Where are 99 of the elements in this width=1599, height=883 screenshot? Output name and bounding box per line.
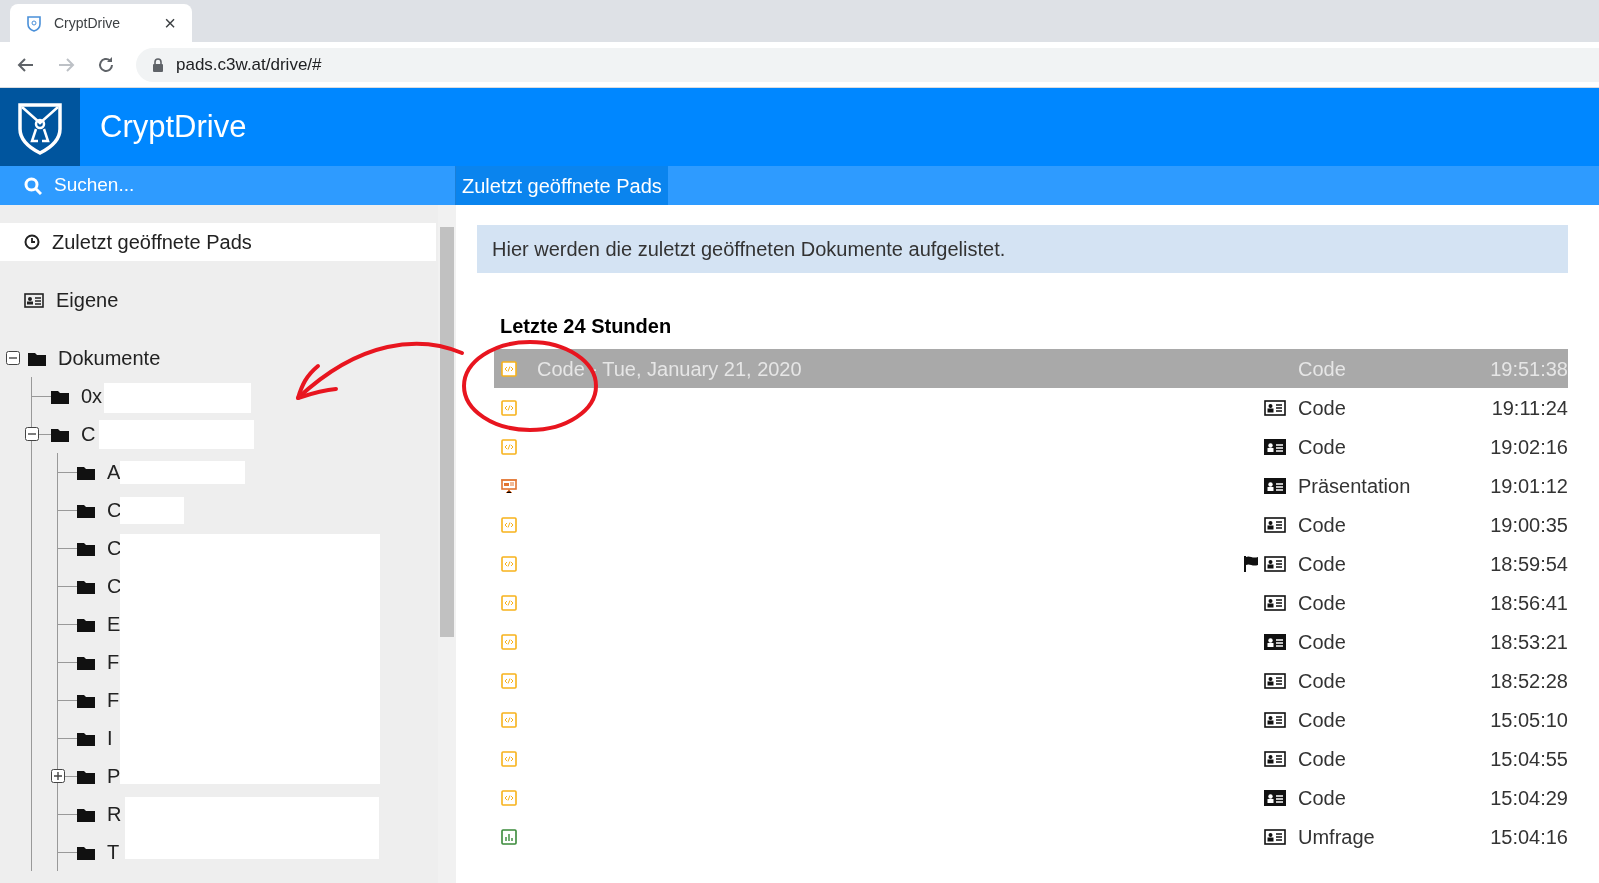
tab-title: CryptDrive (54, 13, 122, 33)
time-label: 18:59:54 (1489, 551, 1568, 577)
folder-name[interactable]: T (107, 837, 120, 867)
folder-icon (77, 540, 95, 556)
code-file-icon (501, 633, 517, 650)
file-row[interactable]: Präsentation 19:01:12 (494, 466, 1568, 505)
file-row[interactable]: Code 19:02:16 (494, 427, 1568, 466)
folder-icon (77, 464, 95, 480)
code-file-icon (501, 555, 517, 572)
type-label: Code (1298, 356, 1347, 382)
file-row[interactable]: Code 15:04:55 (494, 739, 1568, 778)
time-label: 19:00:35 (1489, 512, 1568, 538)
folder-icon (51, 388, 69, 404)
code-file-icon (501, 711, 517, 728)
folder-icon (77, 806, 95, 822)
folder-name[interactable]: Dokumente (58, 343, 161, 373)
code-file-icon (501, 750, 517, 767)
type-label: Code (1298, 434, 1347, 460)
type-label: Code (1298, 395, 1347, 421)
url-text: pads.c3w.at/drive/# (176, 53, 322, 76)
view-tab[interactable]: Zuletzt geöffnete Pads (456, 166, 668, 205)
sidebar-item[interactable]: Eigene (0, 281, 436, 319)
folder-icon (77, 730, 95, 746)
time-label: 19:51:38 (1489, 356, 1568, 382)
time-label: 19:11:24 (1490, 395, 1568, 421)
folder-name[interactable]: E (107, 609, 121, 639)
time-label: 18:53:21 (1489, 629, 1568, 655)
code-file-icon (501, 594, 517, 611)
file-row[interactable]: Code 18:59:54 (494, 544, 1568, 583)
folder-name[interactable]: 0x (81, 381, 103, 411)
code-file-icon (501, 789, 517, 806)
collapse-icon[interactable] (25, 427, 39, 441)
type-label: Code (1298, 668, 1347, 694)
type-label: Code (1298, 707, 1347, 733)
folder-name[interactable]: I (107, 723, 113, 753)
time-label: 15:04:55 (1489, 746, 1568, 772)
folder-name[interactable]: C (81, 419, 96, 449)
time-label: 15:04:29 (1489, 785, 1568, 811)
scroll-thumb[interactable] (440, 227, 454, 637)
time-label: 19:01:12 (1489, 473, 1568, 499)
code-file-icon (501, 438, 517, 455)
clock-icon (24, 234, 40, 250)
info-banner: Hier werden die zuletzt geöffneten Dokumente aufgelistet. (477, 225, 1568, 273)
file-row[interactable]: Code 18:52:28 (494, 661, 1568, 700)
folder-name[interactable]: R (107, 799, 122, 829)
folder-name[interactable]: A (107, 457, 121, 487)
time-label: 15:05:10 (1489, 707, 1568, 733)
section-heading: Letzte 24 Stunden (500, 314, 673, 339)
address-bar[interactable]: pads.c3w.at/drive/# (136, 47, 1599, 82)
time-label: 15:04:16 (1489, 824, 1568, 850)
lock-icon (152, 57, 164, 72)
file-row[interactable]: Code 18:56:41 (494, 583, 1568, 622)
file-row[interactable]: Code 18:53:21 (494, 622, 1568, 661)
file-row[interactable]: Code 19:11:24 (494, 388, 1568, 427)
type-label: Präsentation (1298, 473, 1412, 499)
folder-name[interactable]: C (107, 571, 122, 601)
code-file-icon (501, 399, 517, 416)
folder-name[interactable]: F (107, 685, 120, 715)
type-label: Code (1298, 746, 1347, 772)
collapse-icon[interactable] (6, 351, 20, 365)
expand-icon[interactable] (51, 769, 65, 783)
folder-icon (77, 578, 95, 594)
type-label: Code (1298, 785, 1347, 811)
type-label: Code (1298, 629, 1347, 655)
folder-icon (77, 692, 95, 708)
presentation-icon (501, 477, 517, 494)
app-title: CryptDrive (99, 107, 247, 146)
type-label: Code (1298, 551, 1347, 577)
shield-icon (26, 14, 42, 32)
code-file-icon (501, 360, 517, 377)
close-button[interactable]: × (164, 8, 176, 38)
search-icon (24, 176, 42, 195)
folder-icon (77, 768, 95, 784)
sidebar-item[interactable]: Zuletzt geöffnete Pads (0, 223, 436, 261)
folder-name[interactable]: P (107, 761, 121, 791)
type-label: Umfrage (1298, 824, 1376, 850)
folder-name[interactable]: C (107, 533, 122, 563)
type-label: Code (1298, 590, 1347, 616)
folder-icon (77, 654, 95, 670)
folder-icon (51, 426, 69, 442)
id-card-icon (24, 292, 44, 308)
file-row[interactable]: Code 15:05:10 (494, 700, 1568, 739)
poll-icon (501, 828, 517, 845)
folder-name[interactable]: F (107, 647, 120, 677)
file-row[interactable]: Umfrage 15:04:16 (494, 817, 1568, 856)
folder-icon (77, 616, 95, 632)
folder-name[interactable]: C (107, 495, 122, 525)
folder-icon (77, 502, 95, 518)
time-label: 18:52:28 (1489, 668, 1568, 694)
code-file-icon (501, 672, 517, 689)
file-row[interactable]: Code 19:00:35 (494, 505, 1568, 544)
time-label: 18:56:41 (1489, 590, 1568, 616)
file-row[interactable]: Code 15:04:29 (494, 778, 1568, 817)
time-label: 19:02:16 (1489, 434, 1568, 460)
folder-icon (77, 844, 95, 860)
browser-tab[interactable]: CryptDrive × (10, 4, 192, 42)
code-file-icon (501, 516, 517, 533)
type-label: Code (1298, 512, 1347, 538)
folder-icon (28, 350, 46, 366)
